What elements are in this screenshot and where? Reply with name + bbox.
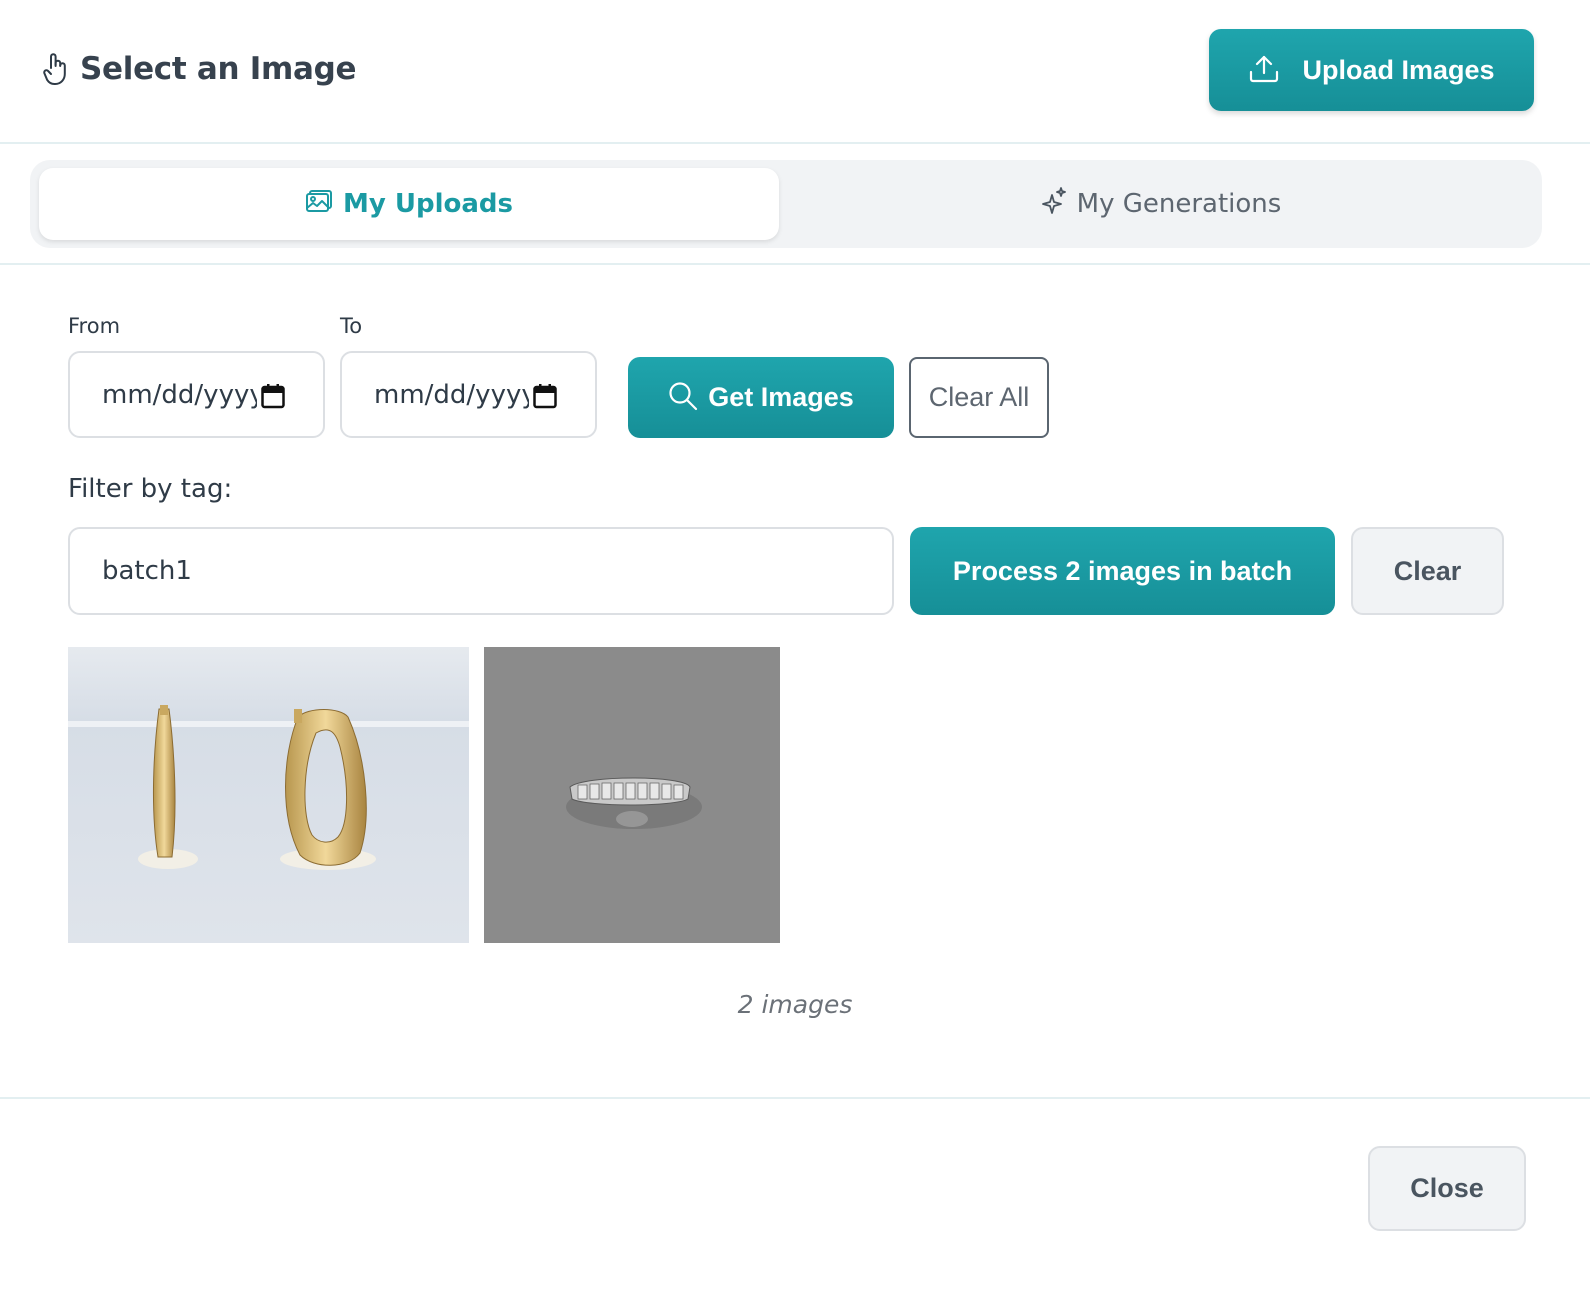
tab-my-generations[interactable]: My Generations — [780, 168, 1542, 240]
tag-filter-input[interactable]: batch1 — [68, 527, 894, 615]
from-label: From — [68, 314, 121, 338]
upload-icon — [1248, 54, 1280, 87]
source-tabs: My Uploads My Generations — [30, 160, 1542, 248]
to-label: To — [340, 314, 363, 338]
footer-divider — [0, 1097, 1590, 1099]
calendar-icon[interactable] — [533, 383, 557, 416]
image-thumbnail-ring[interactable] — [484, 647, 780, 943]
image-thumbnail-earrings[interactable] — [68, 647, 469, 943]
get-images-button[interactable]: Get Images — [628, 357, 894, 438]
to-date-value: mm/dd/yyyy — [374, 379, 529, 410]
tag-filter-value: batch1 — [102, 556, 192, 586]
calendar-icon[interactable] — [261, 383, 285, 416]
to-date-input[interactable]: mm/dd/yyyy — [340, 351, 597, 438]
image-count: 2 images — [737, 990, 853, 1019]
from-date-input[interactable]: mm/dd/yyyy — [68, 351, 325, 438]
filter-by-tag-label: Filter by tag: — [68, 474, 233, 504]
modal-title: Select an Image — [42, 50, 357, 88]
tab-my-uploads-label: My Uploads — [342, 189, 513, 219]
close-button[interactable]: Close — [1368, 1146, 1526, 1231]
tabs-divider — [0, 263, 1590, 265]
sparkles-icon — [1041, 186, 1067, 222]
tab-my-uploads[interactable]: My Uploads — [39, 168, 779, 240]
clear-tag-button[interactable]: Clear — [1351, 527, 1504, 615]
page-title: Select an Image — [80, 51, 357, 87]
get-images-label: Get Images — [708, 382, 854, 412]
from-date-value: mm/dd/yyyy — [102, 379, 257, 410]
clear-all-button[interactable]: Clear All — [909, 357, 1049, 438]
pointer-hand-icon — [42, 50, 72, 88]
upload-images-label: Upload Images — [1302, 54, 1495, 85]
tab-my-generations-label: My Generations — [1076, 189, 1282, 219]
process-batch-button[interactable]: Process 2 images in batch — [910, 527, 1335, 615]
search-icon — [668, 381, 698, 414]
image-icon — [305, 189, 333, 220]
upload-images-button[interactable]: Upload Images — [1209, 29, 1534, 111]
modal-header: Select an Image Upload Images — [0, 0, 1590, 144]
